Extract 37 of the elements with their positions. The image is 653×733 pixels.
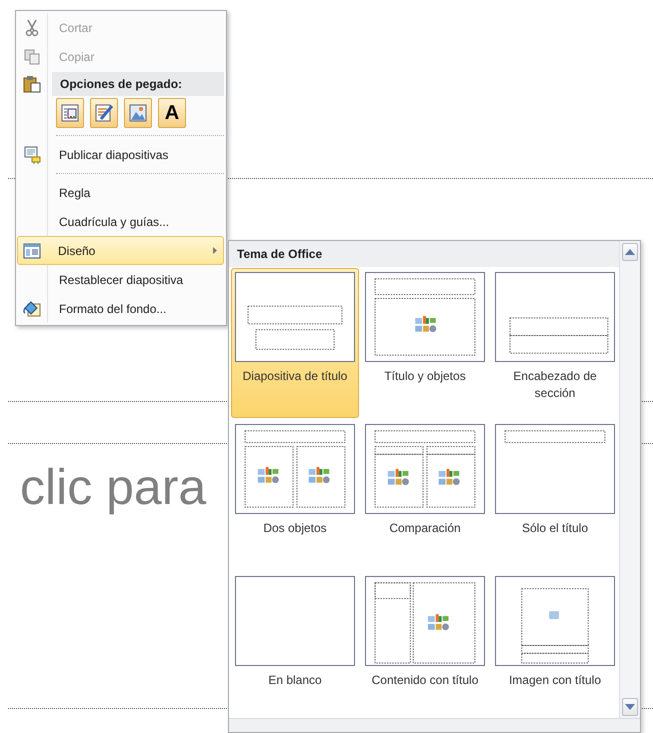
paste-option-button[interactable]: [56, 98, 84, 128]
layout-option[interactable]: En blanco: [231, 572, 359, 694]
layout-option[interactable]: Comparación: [361, 420, 489, 542]
gallery-header: Tema de Office: [229, 241, 620, 267]
slide-body-text: clic para: [20, 458, 206, 516]
scrollbar[interactable]: [619, 241, 640, 718]
menu-item[interactable]: Restablecer diapositiva: [46, 265, 224, 294]
menu-item[interactable]: Regla: [46, 178, 224, 207]
menu-item[interactable]: Formato del fondo...: [46, 294, 224, 323]
layout-option[interactable]: Encabezado de sección: [491, 268, 619, 407]
layout-option[interactable]: Dos objetos: [231, 420, 359, 542]
scissors-icon: [24, 18, 40, 36]
paste-brush-icon: [95, 104, 113, 122]
up-arrow-icon: [625, 249, 635, 255]
layout-option[interactable]: Título y objetos: [361, 268, 489, 390]
clipboard-icon: [23, 75, 41, 93]
submenu-arrow-icon: [213, 247, 217, 254]
scroll-down-button[interactable]: [622, 698, 638, 716]
scroll-up-button[interactable]: [622, 243, 638, 261]
menu-section-header: Opciones de pegado:: [52, 72, 224, 96]
paste-option-button[interactable]: A: [158, 98, 186, 128]
paste-option-button[interactable]: [90, 98, 118, 128]
layout-option[interactable]: Contenido con título: [361, 572, 489, 694]
copy-icon: [24, 48, 40, 64]
paint-bucket-icon: [23, 300, 41, 318]
layout-option[interactable]: Sólo el título: [491, 420, 619, 542]
menu-item[interactable]: Diseño: [17, 236, 224, 265]
layout-option[interactable]: Imagen con título: [491, 572, 619, 694]
down-arrow-icon: [625, 704, 635, 710]
layout-option[interactable]: Diapositiva de título: [231, 268, 359, 418]
layout-icon: [23, 242, 41, 258]
menu-item[interactable]: Publicar diapositivas: [46, 140, 224, 169]
paste-option-button[interactable]: [124, 98, 152, 128]
menu-item[interactable]: Cuadrícula y guías...: [46, 207, 224, 236]
paste-picture-icon: [129, 104, 147, 122]
slides-icon: [23, 146, 41, 164]
paste-keep-format-icon: [61, 104, 79, 122]
